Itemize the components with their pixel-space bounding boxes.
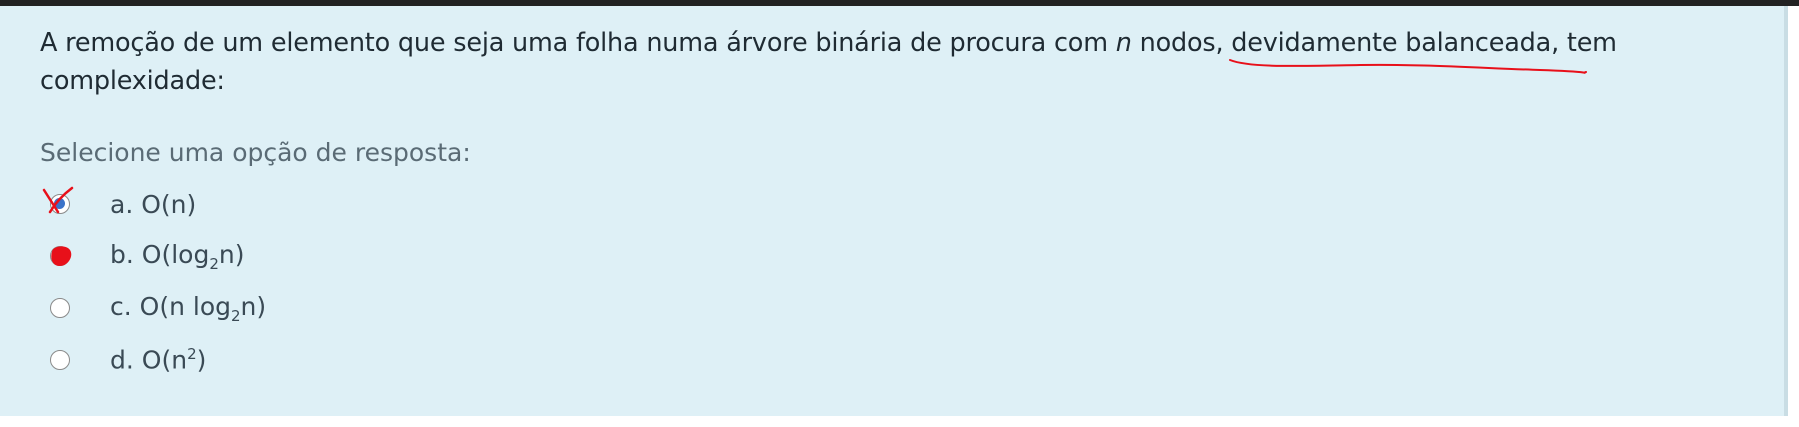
option-c-sub: 2 [231,306,241,325]
option-c[interactable]: c. O(n log2n) [40,288,266,328]
answer-prompt: Selecione uma opção de resposta: [40,138,471,167]
option-d[interactable]: d. O(n2) [40,340,206,380]
radio-option-c[interactable] [50,298,70,318]
variable-n: n [1115,28,1132,58]
option-b-letter: b. [110,239,134,269]
option-b-label[interactable]: b. O(log2n) [110,240,244,273]
radio-option-b[interactable] [50,246,70,266]
radio-option-d[interactable] [50,350,70,370]
bottom-edge [0,416,1799,427]
right-edge [1788,6,1799,427]
option-c-letter: c. [110,291,132,321]
option-a-value: O(n) [141,189,197,219]
option-c-post: n) [240,291,267,321]
option-b-sub: 2 [209,254,219,273]
option-a-label[interactable]: a. O(n) [110,190,196,219]
option-d-pre: O(n [141,345,188,375]
option-d-label[interactable]: d. O(n2) [110,345,206,374]
question-text-underlined: devidamente balanceada [1231,28,1552,58]
option-a-letter: a. [110,189,134,219]
option-d-post: ) [196,345,207,375]
radio-option-a[interactable] [50,194,70,214]
option-a[interactable]: a. O(n) [40,184,196,224]
option-d-letter: d. [110,345,134,375]
option-b-pre: O(log [141,239,210,269]
option-c-label[interactable]: c. O(n log2n) [110,292,266,325]
question-text-part1: A remoção de um elemento que seja uma fo… [40,28,1116,58]
option-b[interactable]: b. O(log2n) [40,236,244,276]
option-d-sup: 2 [187,345,197,364]
question-text-part2: nodos, [1131,28,1232,58]
option-c-pre: O(n log [139,291,231,321]
question-text: A remoção de um elemento que seja uma fo… [40,24,1680,100]
option-b-post: n) [218,239,245,269]
